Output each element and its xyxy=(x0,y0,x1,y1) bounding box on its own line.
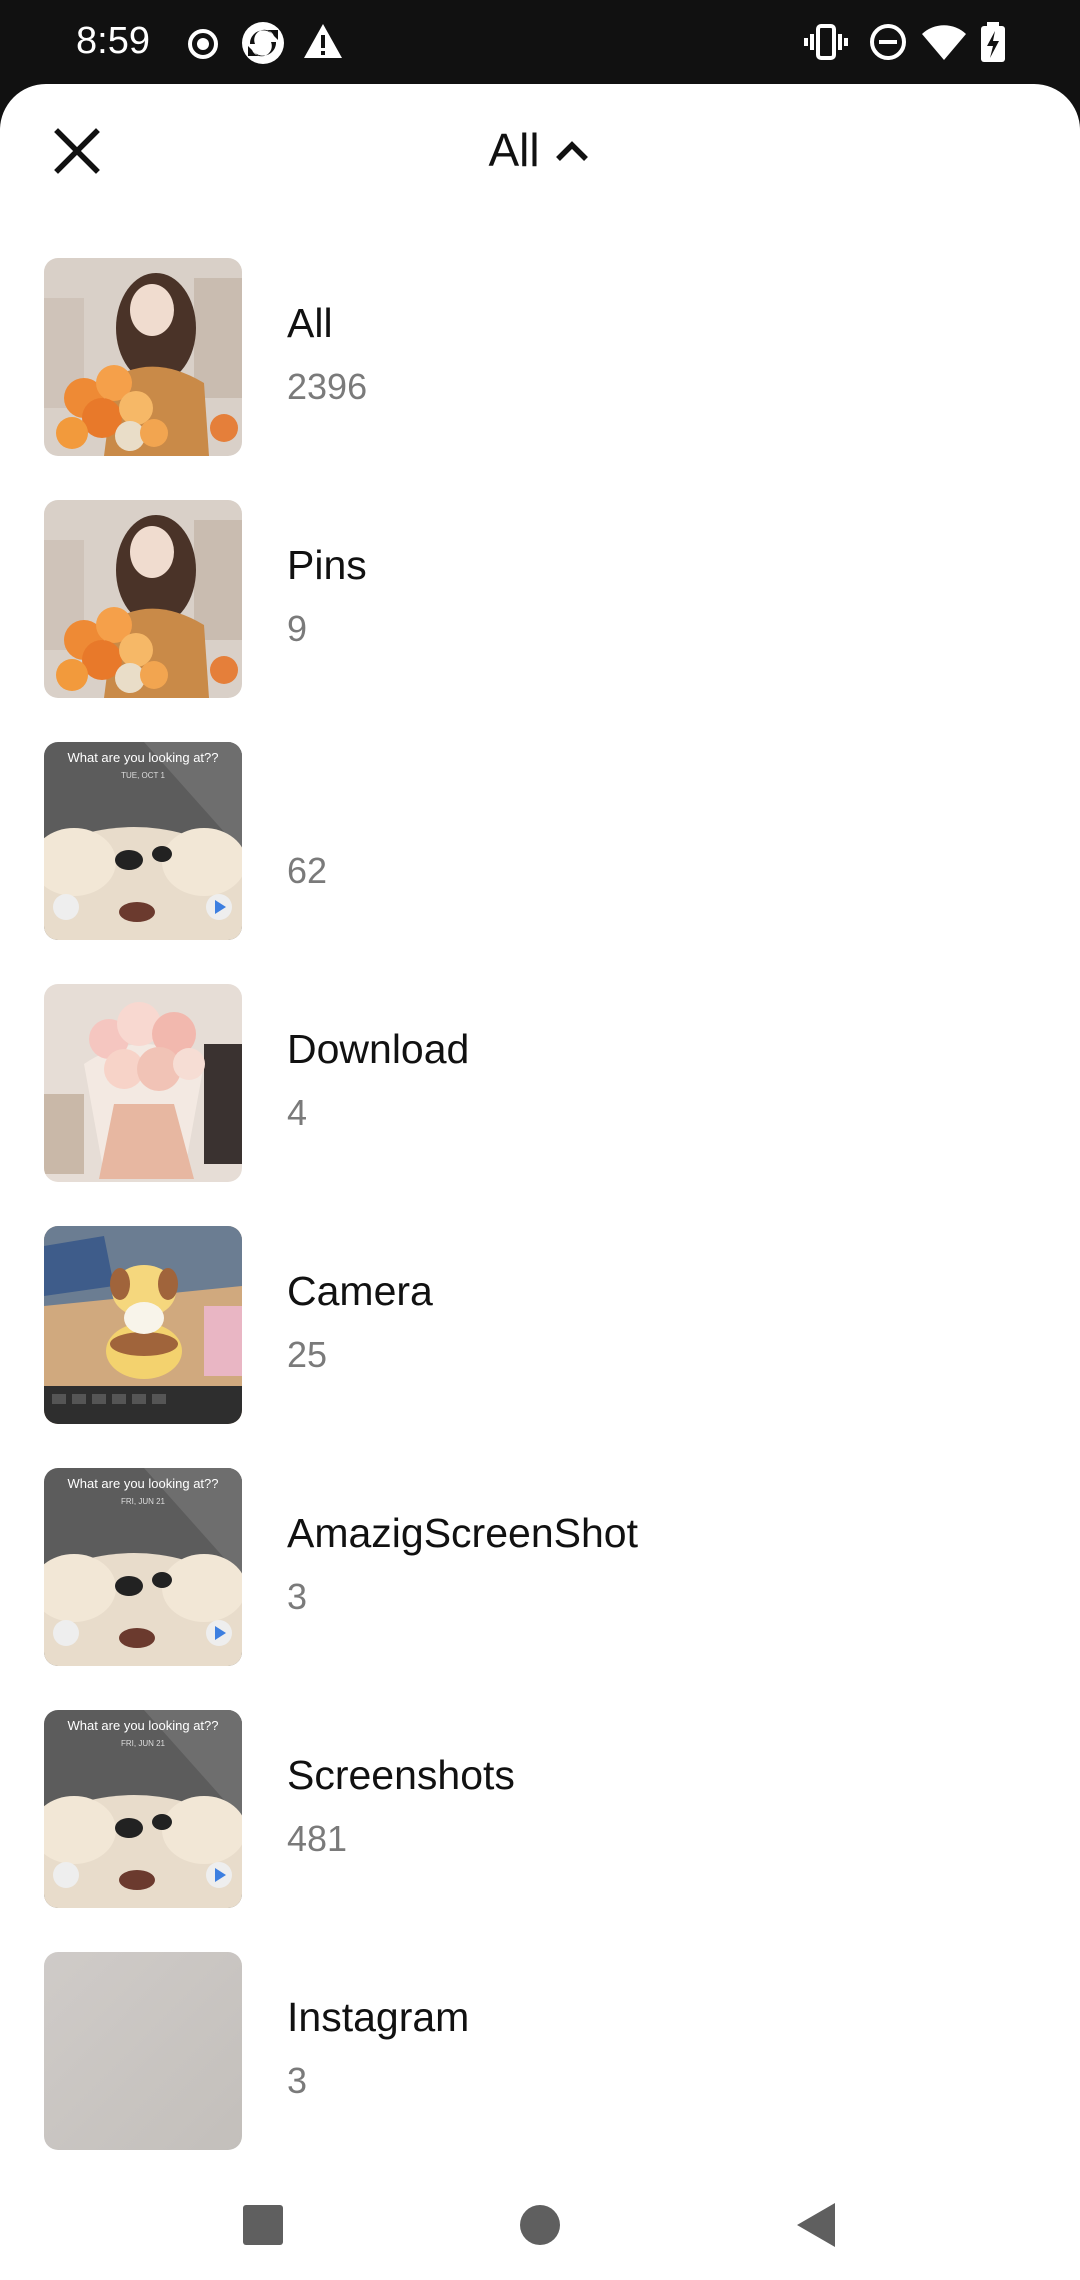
album-thumbnail xyxy=(44,500,242,698)
svg-text:FRI, JUN 21: FRI, JUN 21 xyxy=(121,1497,166,1506)
vibrate-icon xyxy=(804,24,848,60)
back-triangle-icon[interactable] xyxy=(789,2197,845,2253)
wifi-icon xyxy=(922,25,966,60)
album-thumbnail xyxy=(44,1226,242,1424)
svg-text:FRI, JUN 21: FRI, JUN 21 xyxy=(121,1739,166,1748)
album-item-instagram[interactable]: Instagram 3 xyxy=(0,1952,1080,2169)
recents-square-icon[interactable] xyxy=(235,2197,291,2253)
album-name: Screenshots xyxy=(287,1752,515,1798)
album-count: 481 xyxy=(287,1818,348,1859)
album-name: All xyxy=(287,300,333,346)
album-name: Pins xyxy=(287,542,367,588)
album-selector-title: All xyxy=(488,124,540,176)
album-list: All 2396 Pins 9 What are you looking at?… xyxy=(0,258,1080,2169)
album-thumbnail xyxy=(44,984,242,1182)
battery-charging-icon xyxy=(981,22,1005,62)
album-picker-sheet: All All 2396 Pins 9 What are you looking… xyxy=(0,84,1080,2169)
album-count: 25 xyxy=(287,1334,328,1375)
album-thumbnail xyxy=(44,258,242,456)
album-item-screenshots[interactable]: What are you looking at?? FRI, JUN 21 Sc… xyxy=(0,1710,1080,1952)
warning-icon xyxy=(304,24,342,58)
album-item-pins[interactable]: Pins 9 xyxy=(0,500,1080,742)
do-not-disturb-icon xyxy=(870,24,906,60)
album-thumbnail: What are you looking at?? TUE, OCT 1 xyxy=(44,742,242,940)
album-thumbnail xyxy=(44,1952,242,2150)
album-item-amazigscreenshot[interactable]: What are you looking at?? FRI, JUN 21 Am… xyxy=(0,1468,1080,1710)
svg-text:TUE, OCT 1: TUE, OCT 1 xyxy=(121,771,165,780)
album-item-all[interactable]: All 2396 xyxy=(0,258,1080,500)
album-count: 62 xyxy=(287,850,328,891)
album-thumbnail: What are you looking at?? FRI, JUN 21 xyxy=(44,1468,242,1666)
status-time: 8:59 xyxy=(76,20,150,62)
album-item-download[interactable]: Download 4 xyxy=(0,984,1080,1226)
home-circle-icon[interactable] xyxy=(512,2197,568,2253)
album-name: Instagram xyxy=(287,1994,470,2040)
album-thumbnail: What are you looking at?? FRI, JUN 21 xyxy=(44,1710,242,1908)
album-item-unnamed[interactable]: What are you looking at?? TUE, OCT 1 62 xyxy=(0,742,1080,984)
album-count: 2396 xyxy=(287,366,368,407)
album-count: 3 xyxy=(287,2060,308,2101)
sheet-header: All xyxy=(0,84,1080,234)
sync-app-icon xyxy=(242,22,284,64)
album-count: 3 xyxy=(287,1576,308,1617)
navigation-bar xyxy=(0,2169,1080,2280)
album-count: 4 xyxy=(287,1092,308,1133)
album-selector[interactable]: All xyxy=(0,118,1080,182)
svg-text:What are you looking at??: What are you looking at?? xyxy=(67,1718,218,1733)
album-name: AmazigScreenShot xyxy=(287,1510,638,1556)
album-name: Download xyxy=(287,1026,470,1072)
chevron-up-icon xyxy=(555,141,588,161)
record-icon xyxy=(188,29,218,59)
album-item-camera[interactable]: Camera 25 xyxy=(0,1226,1080,1468)
album-count: 9 xyxy=(287,608,308,649)
status-bar: 8:59 xyxy=(0,0,1080,84)
album-name: Camera xyxy=(287,1268,433,1314)
svg-text:What are you looking at??: What are you looking at?? xyxy=(67,1476,218,1491)
svg-text:What are you looking at??: What are you looking at?? xyxy=(67,750,218,765)
